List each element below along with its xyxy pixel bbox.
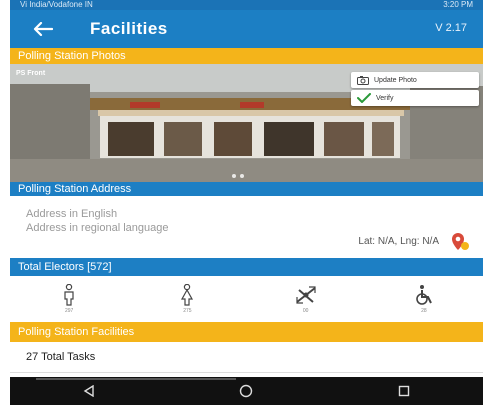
female-icon	[181, 284, 194, 306]
address-section-header: Polling Station Address	[10, 182, 483, 196]
female-count: 275	[183, 308, 192, 314]
system-nav-bar	[10, 377, 483, 405]
polling-station-photo[interactable]: PS Front Update Photo Verify	[10, 64, 483, 182]
address-english[interactable]: Address in English	[26, 208, 117, 220]
update-photo-label: Update Photo	[374, 76, 417, 84]
elector-female: 275	[157, 284, 217, 314]
scroll-progress	[36, 378, 236, 380]
status-bar: Vi India/Vodafone IN 3:20 PM	[10, 0, 483, 10]
male-icon	[64, 284, 74, 306]
tasks-row[interactable]: 27 Total Tasks	[10, 342, 483, 373]
carousel-dot	[240, 174, 244, 178]
app-bar: Facilities V 2.17	[10, 10, 483, 48]
clock-label: 3:20 PM	[443, 0, 473, 9]
third-gender-count: 00	[302, 308, 309, 314]
elector-pwd: 28	[394, 284, 454, 314]
nav-back-button[interactable]	[69, 381, 109, 401]
page-title: Facilities	[90, 19, 168, 38]
electors-row: 297 275 00 28	[10, 276, 483, 322]
square-recents-icon	[398, 385, 410, 397]
check-icon	[357, 93, 371, 103]
third-gender-icon	[296, 286, 316, 304]
elector-third-gender: 00	[276, 284, 336, 314]
facilities-header-label: Polling Station Facilities	[18, 326, 135, 338]
triangle-back-icon	[83, 385, 94, 397]
address-header-label: Polling Station Address	[18, 183, 132, 195]
elector-male: 297	[39, 284, 99, 314]
pwd-count: 28	[421, 308, 427, 314]
verify-label: Verify	[376, 94, 394, 102]
photos-header-label: Polling Station Photos	[18, 50, 126, 62]
total-tasks-label: 27 Total Tasks	[26, 351, 96, 363]
address-regional[interactable]: Address in regional language	[26, 222, 169, 234]
electors-section-header: Total Electors [572]	[10, 258, 483, 276]
carousel-dot	[232, 174, 236, 178]
male-count: 297	[64, 308, 74, 314]
nav-recents-button[interactable]	[384, 381, 424, 401]
photos-section-header: Polling Station Photos	[10, 48, 483, 64]
circle-home-icon	[240, 384, 253, 398]
verify-button[interactable]: Verify	[351, 90, 479, 106]
camera-icon	[357, 75, 369, 85]
electors-header-label: Total Electors [572]	[18, 261, 112, 273]
facilities-section-header: Polling Station Facilities	[10, 322, 483, 342]
map-pin-icon	[452, 233, 469, 250]
carousel-indicator	[232, 174, 244, 178]
location-pin-button[interactable]	[449, 231, 471, 258]
update-photo-button[interactable]: Update Photo	[351, 72, 479, 88]
address-block: Address in English Address in regional l…	[10, 196, 483, 258]
version-label: V 2.17	[435, 22, 467, 34]
arrow-left-icon	[33, 22, 53, 36]
photo-title: PS Front	[16, 70, 46, 77]
wheelchair-icon	[416, 285, 432, 305]
app-screen: Vi India/Vodafone IN 3:20 PM Facilities …	[10, 0, 483, 405]
back-button[interactable]	[26, 10, 60, 48]
nav-home-button[interactable]	[226, 381, 266, 401]
carrier-label: Vi India/Vodafone IN	[20, 0, 93, 9]
coordinates-label: Lat: N/A, Lng: N/A	[358, 236, 439, 247]
